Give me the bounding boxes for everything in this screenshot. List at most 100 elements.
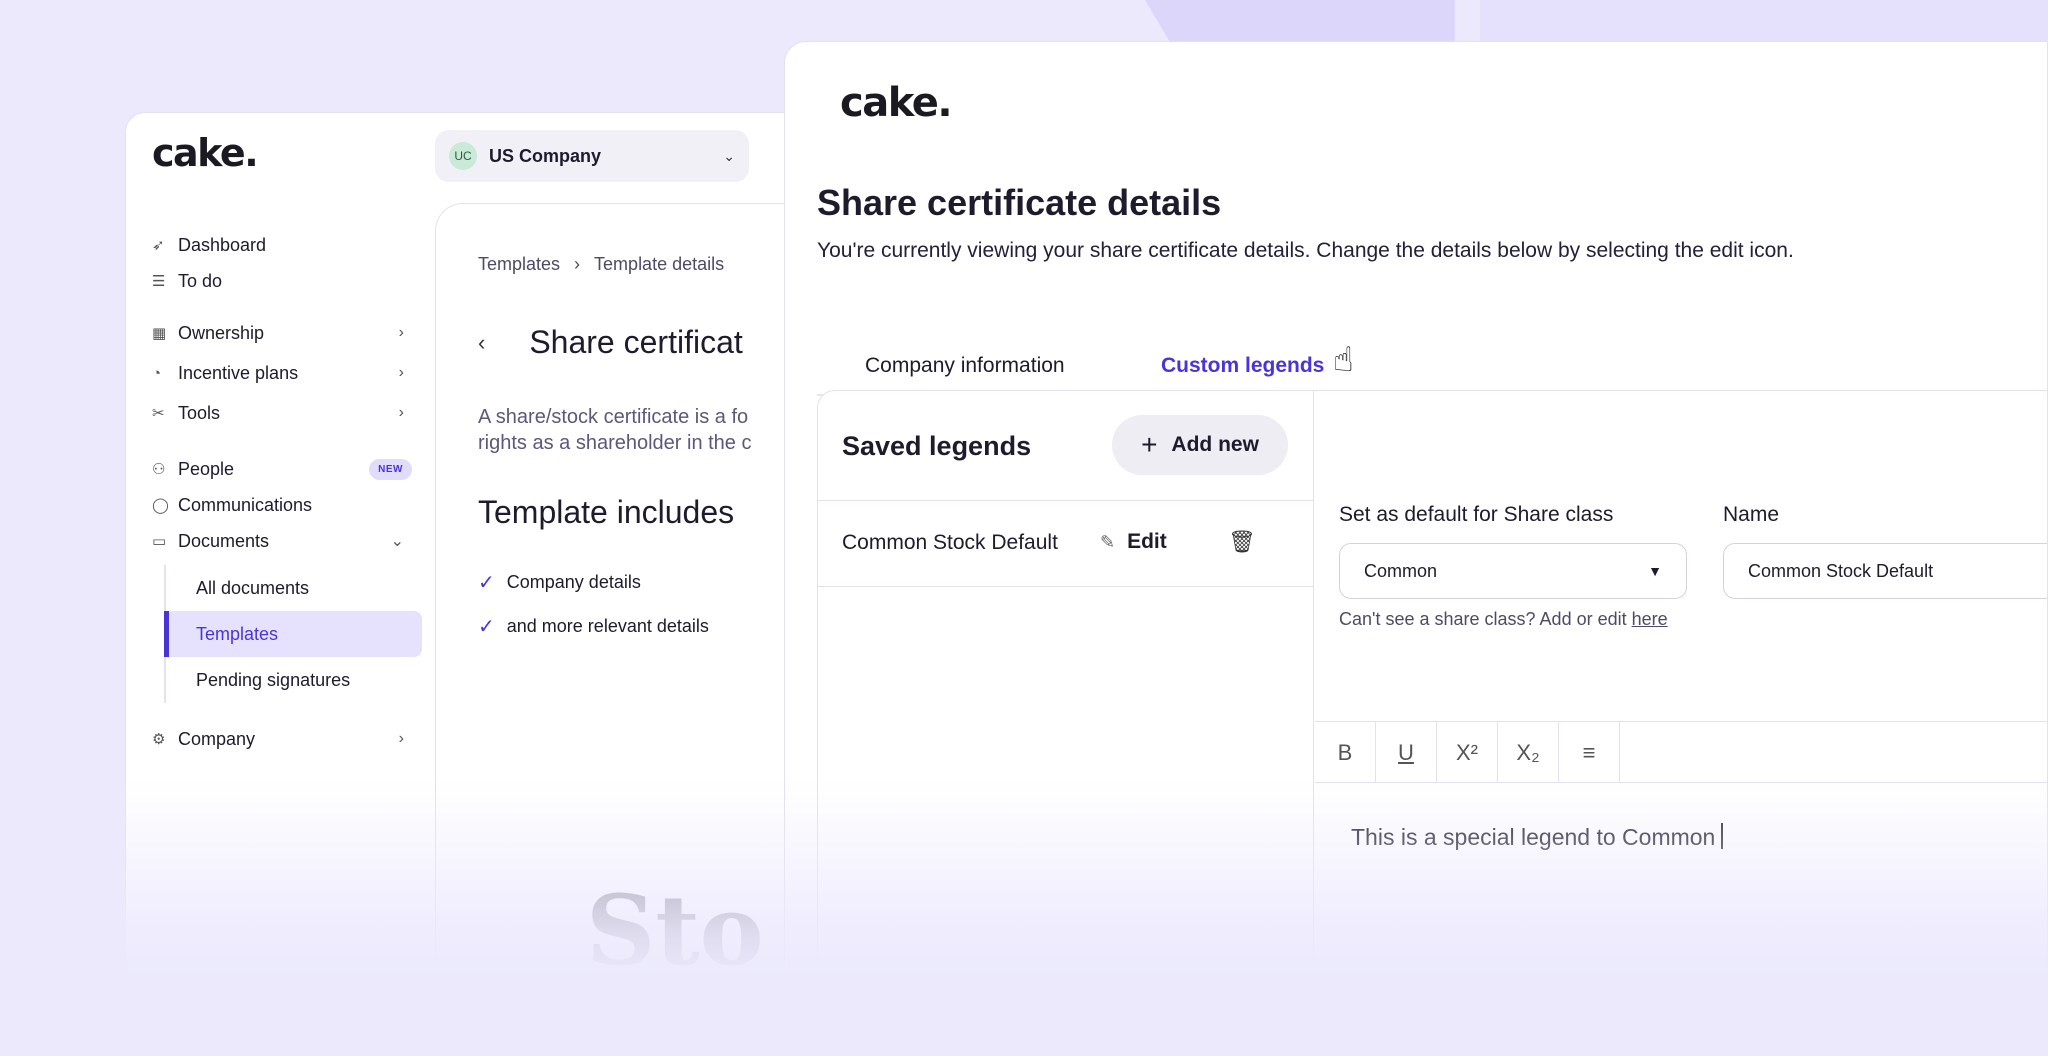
edit-button[interactable]: ✎ Edit (1100, 530, 1167, 554)
sidebar-item-dashboard[interactable]: ➶ Dashboard (152, 227, 412, 263)
superscript-button[interactable]: X² (1437, 722, 1498, 783)
edit-icon: ✎ (1100, 531, 1116, 552)
breadcrumb-template-details: Template details (594, 254, 725, 274)
sidebar-item-templates[interactable]: Templates (164, 611, 422, 657)
chevron-right-icon: › (574, 254, 581, 274)
editor-toolbar: B U X² X₂ ≡ (1315, 721, 2047, 783)
company-avatar: UC (449, 142, 477, 170)
sidebar-item-label: Tools (178, 402, 221, 423)
sidebar-item-label: Templates (196, 623, 279, 644)
sidebar-item-company[interactable]: ⚙ Company › (152, 721, 412, 757)
sidebar-item-label: Incentive plans (178, 362, 299, 383)
saved-legends-header: Saved legends + Add new (818, 391, 1314, 501)
logo: cake. (840, 80, 953, 126)
bold-button[interactable]: B (1315, 722, 1376, 783)
list-item[interactable]: Common Stock Default ✎ Edit 🗑 (818, 501, 1314, 587)
subscript-button[interactable]: X₂ (1498, 722, 1559, 783)
here-link[interactable]: here (1632, 609, 1668, 629)
check-icon: ✓ (478, 571, 495, 594)
company-name: US Company (489, 145, 602, 166)
tab-company-information[interactable]: Company information (865, 354, 1065, 378)
title-row: ‹ Share certificat (478, 324, 743, 361)
new-badge: NEW (369, 458, 412, 480)
saved-legends-panel: Saved legends + Add new Common Stock Def… (818, 391, 1314, 1055)
breadcrumb: Templates › Template details (478, 254, 724, 275)
back-window: cake. UC US Company ⌄ ➶ Dashboard ☰ To d… (125, 112, 825, 1056)
sidebar-item-ownership[interactable]: ▦ Ownership › (152, 315, 412, 351)
chat-icon: ◯ (152, 497, 169, 514)
tab-custom-legends[interactable]: Custom legends (1161, 354, 1324, 378)
legends-card: Saved legends + Add new Common Stock Def… (817, 390, 2047, 1055)
description-line: A share/stock certificate is a fo (478, 406, 749, 428)
sidebar-item-label: All documents (196, 577, 310, 598)
template-details-panel: Templates › Template details ‹ Share cer… (435, 203, 824, 1055)
saved-legends-title: Saved legends (842, 431, 1032, 461)
gear-icon: ⚙ (152, 731, 166, 748)
page-title: Share certificate details (817, 182, 1222, 223)
template-includes-heading: Template includes (478, 494, 735, 530)
text-cursor (1721, 823, 1724, 849)
description: A share/stock certificate is a fo rights… (478, 404, 824, 456)
add-new-button[interactable]: + Add new (1112, 415, 1288, 475)
back-arrow-icon[interactable]: ‹ (478, 330, 485, 356)
name-field[interactable]: Common Stock Default (1723, 543, 2047, 599)
plus-icon: + (1141, 429, 1158, 460)
template-includes-list: ✓ Company details ✓ and more relevant de… (478, 560, 709, 648)
edit-label: Edit (1127, 530, 1167, 553)
chevron-right-icon: › (398, 730, 404, 747)
underline-button[interactable]: U (1376, 722, 1437, 783)
folder-icon: ▭ (152, 533, 167, 550)
pointer-hand-icon: ☝ (1333, 341, 1354, 379)
add-new-label: Add new (1171, 433, 1259, 456)
legend-name: Common Stock Default (842, 531, 1058, 554)
sidebar-item-pending-signatures[interactable]: Pending signatures (164, 657, 422, 703)
tools-icon: ✂ (152, 405, 165, 422)
check-icon: ✓ (478, 615, 495, 638)
align-button[interactable]: ≡ (1559, 722, 1620, 783)
sidebar-item-label: Communications (178, 494, 313, 515)
company-selector[interactable]: UC US Company ⌄ (435, 130, 749, 182)
logo: cake. (152, 131, 259, 175)
sidebar-item-incentive-plans[interactable]: ◔ Incentive plans › (152, 355, 412, 391)
share-class-value: Common (1364, 560, 1438, 581)
share-class-select[interactable]: Common ▼ (1339, 543, 1687, 599)
sidebar-item-communications[interactable]: ◯ Communications (152, 487, 412, 523)
table-icon: ▦ (152, 325, 167, 342)
rocket-icon: ➶ (152, 237, 165, 254)
tab-bar: Company information Custom legends (817, 332, 2047, 396)
sidebar-item-todo[interactable]: ☰ To do (152, 263, 412, 299)
list-item-label: Company details (506, 571, 641, 592)
sidebar-item-label: Pending signatures (196, 669, 351, 690)
caret-down-icon: ▼ (1648, 563, 1662, 579)
helper-text-label: Can't see a share class? Add or edit (1339, 609, 1632, 629)
certificate-preview: Sto (586, 874, 764, 987)
page-title: Share certificat (529, 324, 743, 360)
chevron-right-icon: › (398, 364, 404, 381)
sidebar-item-tools[interactable]: ✂ Tools › (152, 395, 412, 431)
sidebar-item-label: Documents (178, 530, 270, 551)
chevron-down-icon: ⌄ (723, 147, 735, 164)
sidebar-item-documents[interactable]: ▭ Documents ⌄ (152, 523, 412, 559)
share-class-label: Set as default for Share class (1339, 503, 1614, 526)
page-subtitle: You're currently viewing your share cert… (817, 239, 1794, 262)
checklist-icon: ☰ (152, 273, 166, 290)
breadcrumb-templates[interactable]: Templates (478, 254, 560, 275)
sidebar-item-label: People (178, 458, 235, 479)
sidebar-item-people[interactable]: ⚇ People NEW (152, 451, 412, 487)
list-item-label: and more relevant details (506, 615, 709, 636)
helper-text: Can't see a share class? Add or edit her… (1339, 609, 1668, 630)
trash-icon[interactable]: 🗑 (1228, 529, 1256, 555)
list-item: ✓ and more relevant details (478, 604, 709, 648)
chevron-right-icon: › (398, 324, 404, 341)
pie-chart-icon: ◔ (152, 364, 162, 382)
sidebar-item-label: Company (178, 728, 256, 749)
sidebar-item-all-documents[interactable]: All documents (164, 565, 422, 611)
legend-editor[interactable]: This is a special legend to Common (1351, 823, 1724, 851)
background-shape-2 (1480, 0, 2048, 42)
sidebar-item-label: Ownership (178, 322, 265, 343)
sidebar-item-label: Dashboard (178, 234, 267, 255)
description-line: rights as a shareholder in the c (478, 432, 752, 454)
legend-editor-panel: Set as default for Share class Name Comm… (1315, 391, 2047, 1055)
sidebar-item-label: To do (178, 270, 223, 291)
legend-content: This is a special legend to Common (1351, 824, 1716, 850)
